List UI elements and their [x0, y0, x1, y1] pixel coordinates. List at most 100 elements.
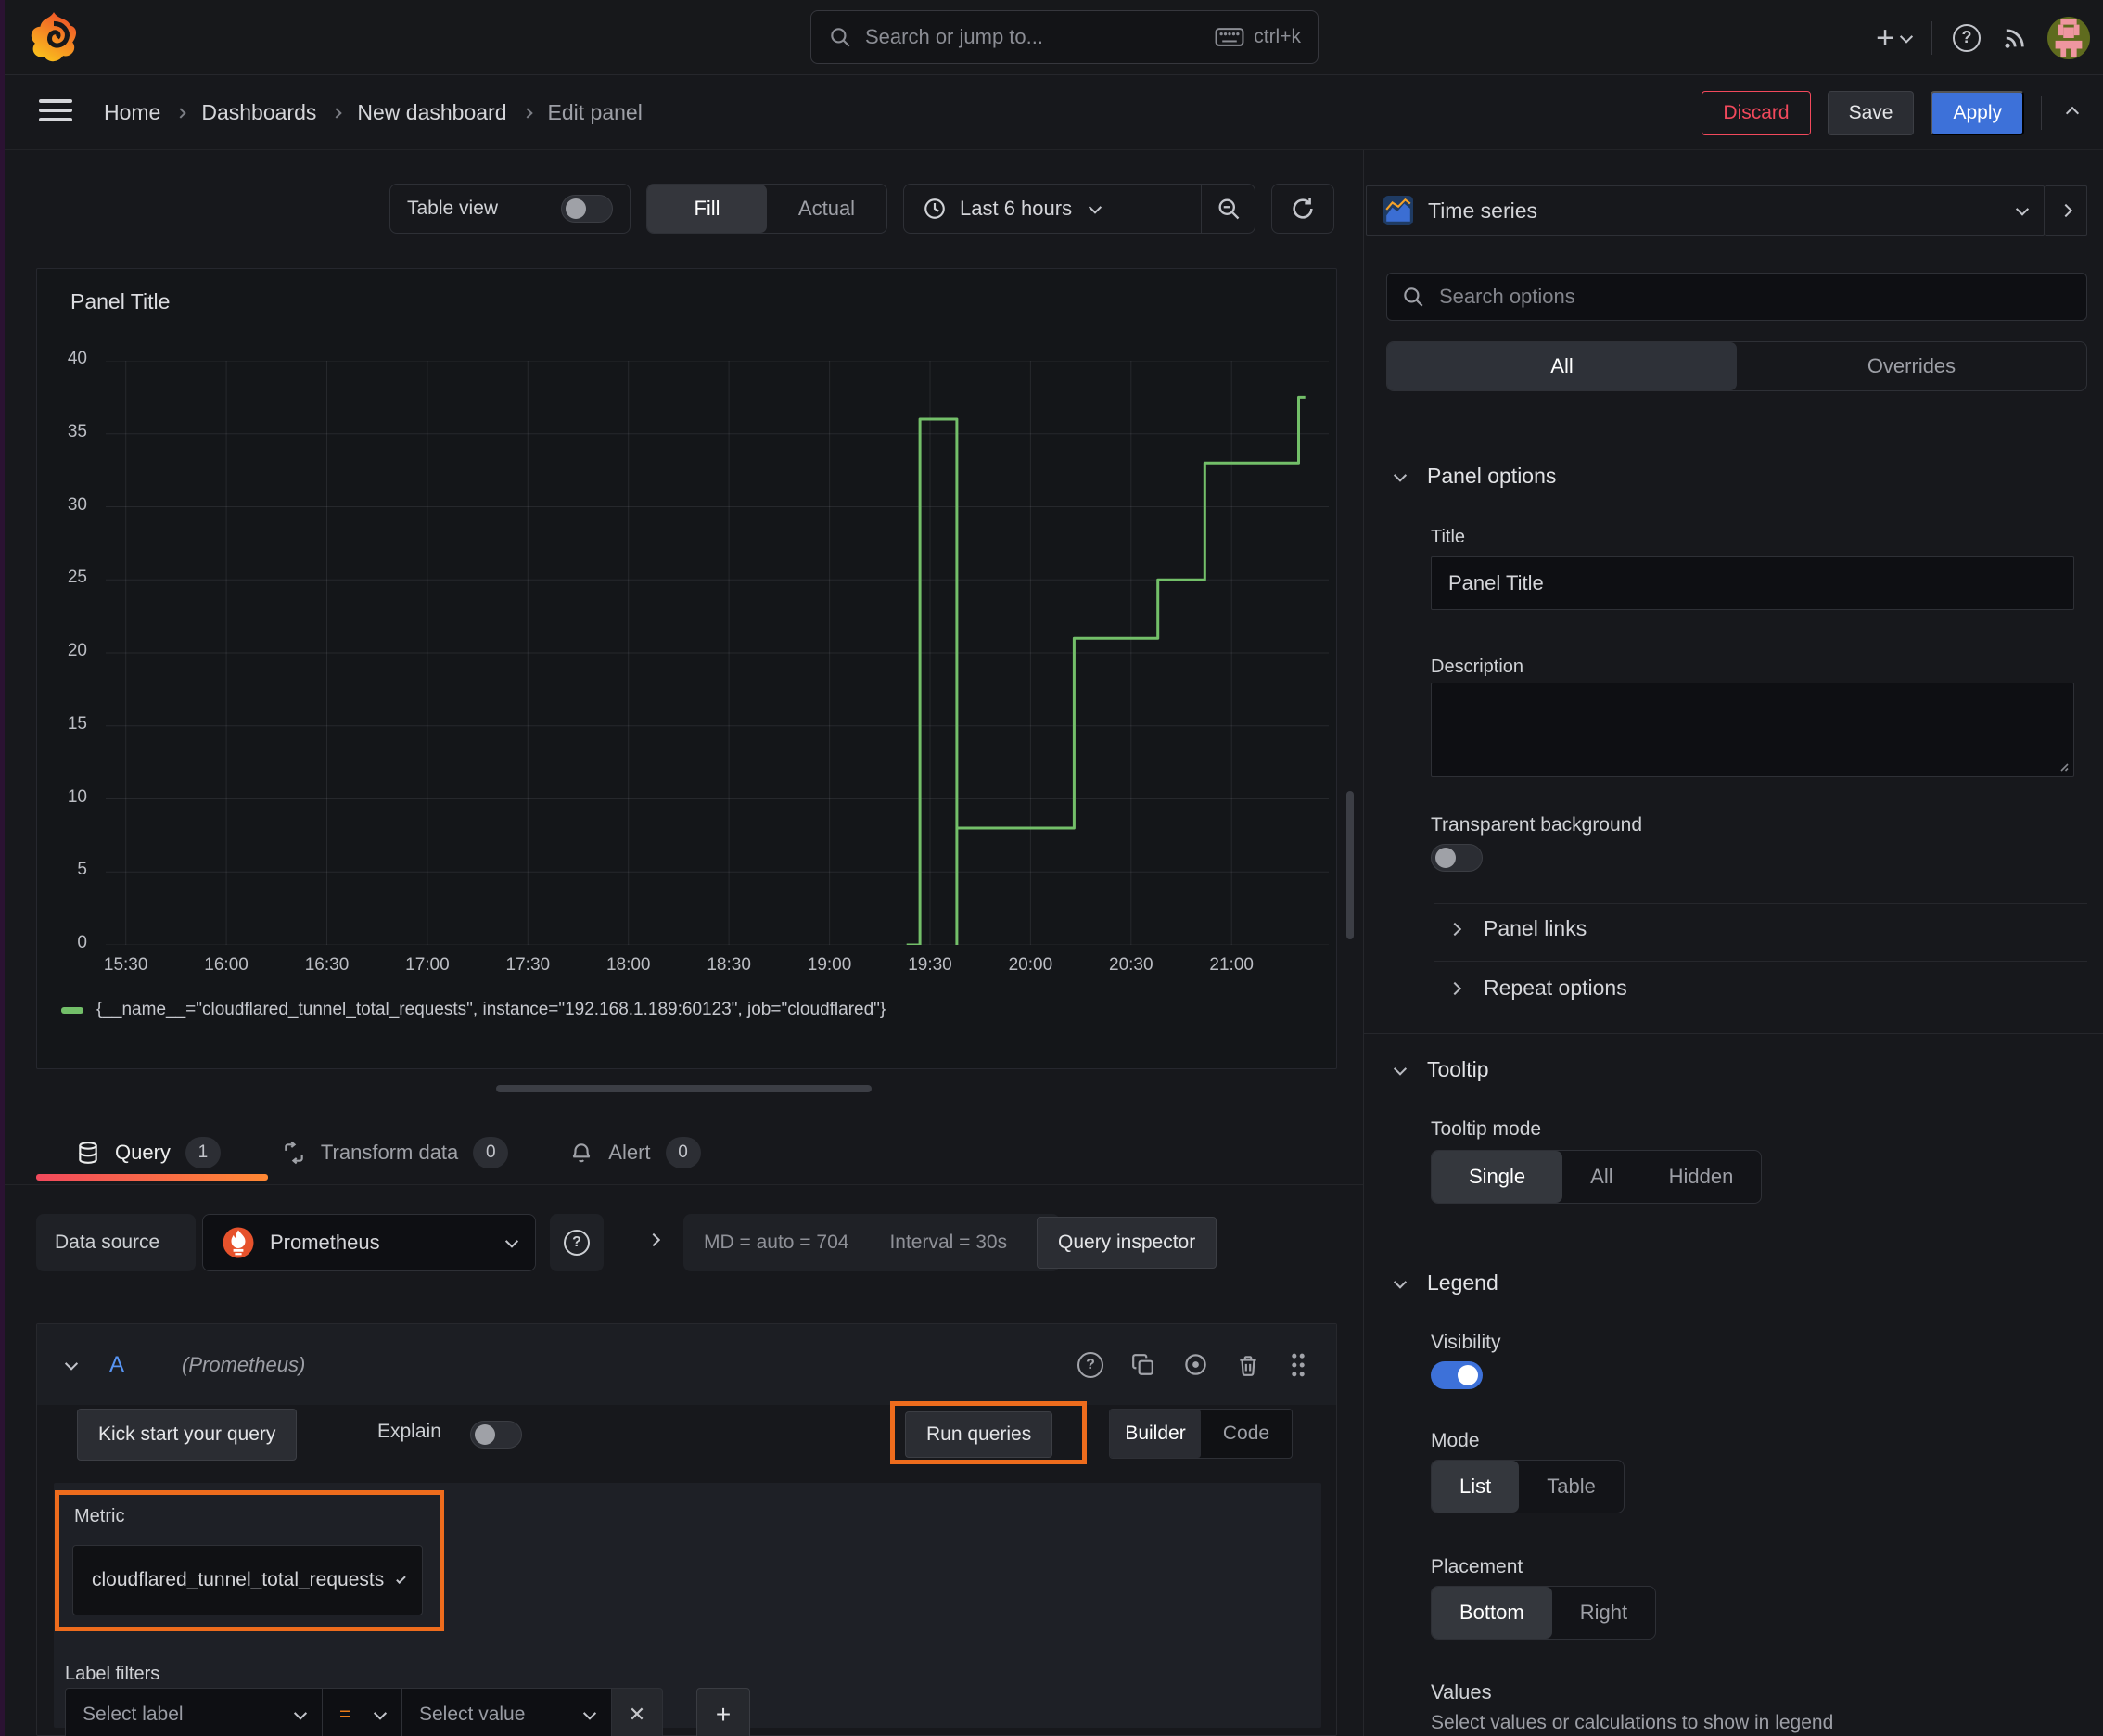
- panel-links-section[interactable]: Panel links: [1447, 916, 1587, 941]
- query-count-badge: 1: [185, 1137, 221, 1168]
- transparent-background-toggle[interactable]: [1431, 844, 1483, 872]
- query-options-summary[interactable]: MD = auto = 704 Interval = 30s: [683, 1214, 1060, 1271]
- time-series-panel: Panel Title 0 5 10 15 20 25 30 35 40 15:30 16:00 1…: [36, 268, 1337, 1069]
- breadcrumb-separator-icon: [331, 107, 343, 119]
- max-data-points: MD = auto = 704: [704, 1232, 849, 1253]
- select-label-dropdown[interactable]: Select label: [65, 1688, 323, 1736]
- tab-all[interactable]: All: [1387, 342, 1737, 390]
- time-series-chart: [106, 361, 1329, 945]
- refresh-button[interactable]: [1271, 184, 1334, 234]
- add-filter-button[interactable]: +: [696, 1688, 750, 1736]
- tab-alert[interactable]: Alert 0: [569, 1137, 701, 1168]
- tooltip-heading: Tooltip: [1427, 1057, 1489, 1081]
- builder-option[interactable]: Builder: [1110, 1410, 1201, 1458]
- query-row-header[interactable]: A (Prometheus) ?: [37, 1324, 1336, 1405]
- datasource-name: Prometheus: [270, 1231, 380, 1254]
- delete-query-trash-icon[interactable]: [1236, 1353, 1260, 1377]
- legend-mode-list[interactable]: List: [1432, 1461, 1520, 1513]
- tooltip-hidden-option[interactable]: Hidden: [1641, 1151, 1762, 1203]
- tooltip-section-header[interactable]: Tooltip: [1393, 1057, 1489, 1082]
- apply-button[interactable]: Apply: [1931, 90, 2024, 135]
- options-filter-tabs: All Overrides: [1386, 341, 2087, 391]
- datasource-help-button[interactable]: ?: [550, 1214, 604, 1271]
- code-option[interactable]: Code: [1201, 1410, 1292, 1458]
- explain-label: Explain: [377, 1421, 441, 1442]
- time-range-picker[interactable]: Last 6 hours: [903, 184, 1255, 234]
- search-bar[interactable]: Search or jump to... ctrl+k: [810, 10, 1319, 64]
- tab-overrides[interactable]: Overrides: [1737, 342, 2086, 390]
- plus-icon: +: [715, 1700, 732, 1729]
- query-help-icon[interactable]: ?: [1077, 1351, 1103, 1378]
- table-view-control: Table view: [389, 184, 631, 234]
- select-label-placeholder: Select label: [83, 1704, 184, 1725]
- legend-mode-switch: List Table: [1431, 1460, 1625, 1513]
- grafana-flame-icon: [31, 12, 77, 62]
- resize-handle-icon[interactable]: [2056, 759, 2069, 772]
- tooltip-single-option[interactable]: Single: [1432, 1151, 1563, 1203]
- avatar[interactable]: [2047, 16, 2090, 59]
- legend-series-label[interactable]: {__name__="cloudflared_tunnel_total_requ…: [96, 1000, 886, 1020]
- legend-placement-right[interactable]: Right: [1552, 1587, 1655, 1639]
- zoom-out-button[interactable]: [1201, 185, 1255, 233]
- breadcrumb-separator-icon: [521, 107, 533, 119]
- metric-label: Metric: [74, 1506, 125, 1526]
- legend-visibility-toggle[interactable]: [1431, 1361, 1483, 1389]
- discard-button[interactable]: Discard: [1702, 90, 1811, 135]
- y-axis-tick: 25: [67, 568, 87, 588]
- duplicate-query-icon[interactable]: [1131, 1353, 1155, 1377]
- breadcrumb-separator-icon: [175, 107, 187, 119]
- operator-value: =: [339, 1704, 351, 1725]
- breadcrumb-dashboards[interactable]: Dashboards: [201, 100, 316, 125]
- drag-handle-icon[interactable]: [1288, 1352, 1308, 1378]
- grafana-logo[interactable]: [28, 11, 80, 63]
- legend-mode-table[interactable]: Table: [1519, 1461, 1624, 1513]
- panel-options-section-header[interactable]: Panel options: [1393, 464, 1556, 489]
- legend-section-header[interactable]: Legend: [1393, 1270, 1498, 1296]
- legend-mode-label: Mode: [1431, 1430, 1480, 1451]
- options-search-input[interactable]: [1386, 273, 2087, 321]
- breadcrumb-home[interactable]: Home: [104, 100, 160, 125]
- grafana-edit-panel-screen: Search or jump to... ctrl+k + ? Home Das…: [0, 0, 2103, 1736]
- label-filters-label: Label filters: [65, 1664, 160, 1684]
- toggle-options-pane-button[interactable]: [2045, 185, 2087, 236]
- new-menu-button[interactable]: +: [1876, 22, 1914, 54]
- bell-icon: [573, 1143, 591, 1163]
- remove-filter-button[interactable]: ✕: [612, 1688, 663, 1736]
- help-icon[interactable]: ?: [1953, 23, 1981, 52]
- table-view-toggle[interactable]: [561, 195, 613, 223]
- tab-transform-data[interactable]: Transform data 0: [282, 1137, 509, 1168]
- repeat-options-section[interactable]: Repeat options: [1447, 976, 1627, 1001]
- explain-toggle[interactable]: [470, 1421, 522, 1449]
- actual-option[interactable]: Actual: [767, 185, 886, 233]
- avatar-image: [2047, 16, 2090, 59]
- fill-option[interactable]: Fill: [647, 185, 767, 233]
- save-button[interactable]: Save: [1827, 90, 1915, 135]
- x-axis-tick: 17:00: [405, 955, 450, 975]
- select-value-dropdown[interactable]: Select value: [402, 1688, 612, 1736]
- breadcrumb-new-dashboard[interactable]: New dashboard: [357, 100, 506, 125]
- disable-query-eye-icon[interactable]: [1183, 1352, 1208, 1377]
- collapse-query-icon[interactable]: [64, 1357, 79, 1371]
- chevron-down-icon: [2015, 202, 2030, 216]
- query-inspector-button[interactable]: Query inspector: [1037, 1217, 1217, 1269]
- datasource-options-expand-icon[interactable]: [646, 1232, 661, 1247]
- horizontal-scrollbar[interactable]: [496, 1085, 872, 1092]
- datasource-picker[interactable]: Prometheus: [202, 1214, 536, 1271]
- panel-title-input[interactable]: [1431, 556, 2074, 610]
- tab-query[interactable]: Query 1: [76, 1137, 221, 1168]
- vertical-scrollbar[interactable]: [1346, 791, 1354, 939]
- description-textarea[interactable]: [1431, 683, 2074, 777]
- tooltip-all-option[interactable]: All: [1562, 1151, 1640, 1203]
- operator-dropdown[interactable]: =: [323, 1688, 402, 1736]
- menu-toggle-icon[interactable]: [39, 99, 72, 121]
- legend-placement-bottom[interactable]: Bottom: [1432, 1587, 1552, 1639]
- tab-query-label: Query: [115, 1141, 171, 1164]
- metric-select[interactable]: cloudflared_tunnel_total_requests: [72, 1545, 423, 1615]
- run-queries-button[interactable]: Run queries: [905, 1411, 1053, 1458]
- news-rss-icon[interactable]: [2001, 25, 2027, 51]
- visualization-picker[interactable]: Time series: [1366, 185, 2045, 236]
- select-value-placeholder: Select value: [419, 1704, 526, 1725]
- collapse-header-icon[interactable]: [2065, 106, 2080, 120]
- x-axis-tick: 18:30: [707, 955, 751, 975]
- kick-start-query-button[interactable]: Kick start your query: [77, 1409, 298, 1461]
